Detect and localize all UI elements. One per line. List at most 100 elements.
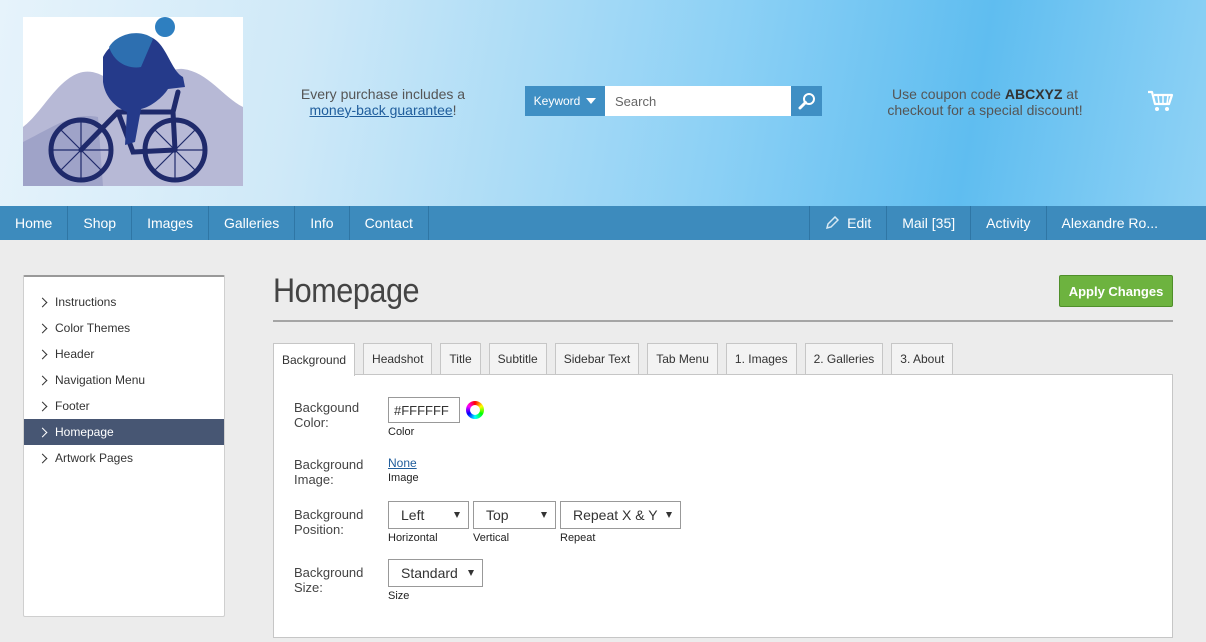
bg-color-input[interactable]: #FFFFFF [388,397,460,423]
cart-icon[interactable] [1146,88,1174,114]
bg-size-label-2: Size: [294,580,323,595]
guarantee-promo: Every purchase includes a money-back gua… [290,86,476,118]
promo-text: Every purchase includes a [300,86,466,102]
search-bar: Keyword [525,86,822,116]
bg-image-label-2: Image: [294,472,334,487]
promo-end: ! [452,102,457,118]
main-nav: Home Shop Images Galleries Info Contact … [0,206,1206,240]
search-input[interactable] [605,86,791,116]
settings-sidebar: Instructions Color Themes Header Navigat… [23,275,225,617]
repeat-sub: Repeat [560,532,596,544]
title-divider [273,320,1173,322]
size-sub: Size [388,590,410,602]
bg-image-sub: Image [388,472,419,484]
settings-tabs: Background Headshot Title Subtitle Sideb… [273,343,954,376]
sidebar-item-label: Header [55,347,95,361]
bg-position-horizontal: Left Horizontal [388,501,469,544]
coupon-code: ABCXYZ [1004,86,1063,102]
page-title: Homepage [273,272,420,310]
sidebar-item-label: Footer [55,399,90,413]
chevron-right-icon [37,323,48,333]
bg-image-label: Background Image: [294,457,374,487]
apply-changes-button[interactable]: Apply Changes [1059,275,1173,307]
repeat-value: Repeat X & Y [573,507,658,523]
bg-position-label-1: Background [294,507,364,522]
pencil-icon [826,216,840,230]
tab-subtitle[interactable]: Subtitle [488,343,547,374]
search-scope-label: Keyword [533,94,581,108]
tab-sidebar-text[interactable]: Sidebar Text [554,343,640,374]
tab-about[interactable]: 3. About [891,343,954,374]
nav-item-mail[interactable]: Mail [35] [886,206,970,240]
chevron-right-icon [37,349,48,359]
tab-galleries[interactable]: 2. Galleries [804,343,884,374]
chevron-down-icon [468,570,474,576]
chevron-right-icon [37,427,48,437]
sidebar-item-artwork-pages[interactable]: Artwork Pages [24,445,224,471]
chevron-right-icon [37,375,48,385]
site-header: Every purchase includes a money-back gua… [0,0,1206,206]
chevron-right-icon [37,401,48,411]
sidebar-item-navigation-menu[interactable]: Navigation Menu [24,367,224,393]
search-icon [798,93,815,110]
search-button[interactable] [791,86,822,116]
nav-item-edit[interactable]: Edit [809,206,886,240]
bg-image-control: None Image [388,455,419,484]
sidebar-item-header[interactable]: Header [24,341,224,367]
bg-size-label: Background Size: [294,565,374,595]
coupon-pre: Use coupon code [892,86,1005,102]
vertical-value: Top [486,507,509,523]
nav-item-images[interactable]: Images [132,206,209,240]
horizontal-sub: Horizontal [388,532,438,544]
nav-item-user[interactable]: Alexandre Ro... [1045,206,1206,240]
bg-position-label-2: Position: [294,522,344,537]
sidebar-item-label: Homepage [55,425,114,439]
bg-position-label: Background Position: [294,507,374,537]
tab-images[interactable]: 1. Images [725,343,797,374]
size-select[interactable]: Standard [388,559,483,587]
vertical-sub: Vertical [473,532,510,544]
repeat-select[interactable]: Repeat X & Y [560,501,681,529]
size-value: Standard [401,565,458,581]
money-back-guarantee-link[interactable]: money-back guarantee [309,102,452,118]
nav-item-contact[interactable]: Contact [350,206,429,240]
bg-color-label: Backgound Color: [294,400,374,430]
horizontal-value: Left [401,507,425,523]
sidebar-item-label: Color Themes [55,321,131,335]
sidebar-item-footer[interactable]: Footer [24,393,224,419]
bg-image-label-1: Background [294,457,364,472]
tab-background[interactable]: Background [273,343,356,376]
nav-item-activity[interactable]: Activity [970,206,1045,240]
bg-color-label-1: Backgound [294,400,360,415]
sidebar-item-color-themes[interactable]: Color Themes [24,315,224,341]
tab-headshot[interactable]: Headshot [363,343,433,374]
sidebar-item-label: Instructions [55,295,117,309]
chevron-down-icon [454,512,460,518]
chevron-right-icon [37,453,48,463]
edit-label: Edit [847,215,872,231]
cyclist-logo[interactable] [23,17,243,186]
color-wheel-icon[interactable] [466,401,484,419]
chevron-down-icon [666,512,672,518]
tab-tab-menu[interactable]: Tab Menu [647,343,718,374]
chevron-right-icon [37,297,48,307]
vertical-select[interactable]: Top [473,501,556,529]
bg-color-control: #FFFFFF Color [388,397,484,438]
bg-size-label-1: Background [294,565,364,580]
sidebar-item-label: Navigation Menu [55,373,146,387]
background-settings-panel: Backgound Color: #FFFFFF Color Backgroun… [273,374,1173,638]
sidebar-item-instructions[interactable]: Instructions [24,289,224,315]
sidebar-item-homepage[interactable]: Homepage [24,419,224,445]
sidebar-item-label: Artwork Pages [55,451,134,465]
bg-image-link[interactable]: None [388,456,417,470]
tab-title[interactable]: Title [440,343,481,374]
nav-item-home[interactable]: Home [0,206,69,240]
search-scope-dropdown[interactable]: Keyword [525,86,605,116]
chevron-down-icon [541,512,547,518]
horizontal-select[interactable]: Left [388,501,469,529]
nav-item-shop[interactable]: Shop [68,206,133,240]
nav-item-galleries[interactable]: Galleries [209,206,296,240]
bg-size-control: Standard Size [388,559,483,602]
nav-item-info[interactable]: Info [295,206,350,240]
chevron-down-icon [586,98,597,104]
